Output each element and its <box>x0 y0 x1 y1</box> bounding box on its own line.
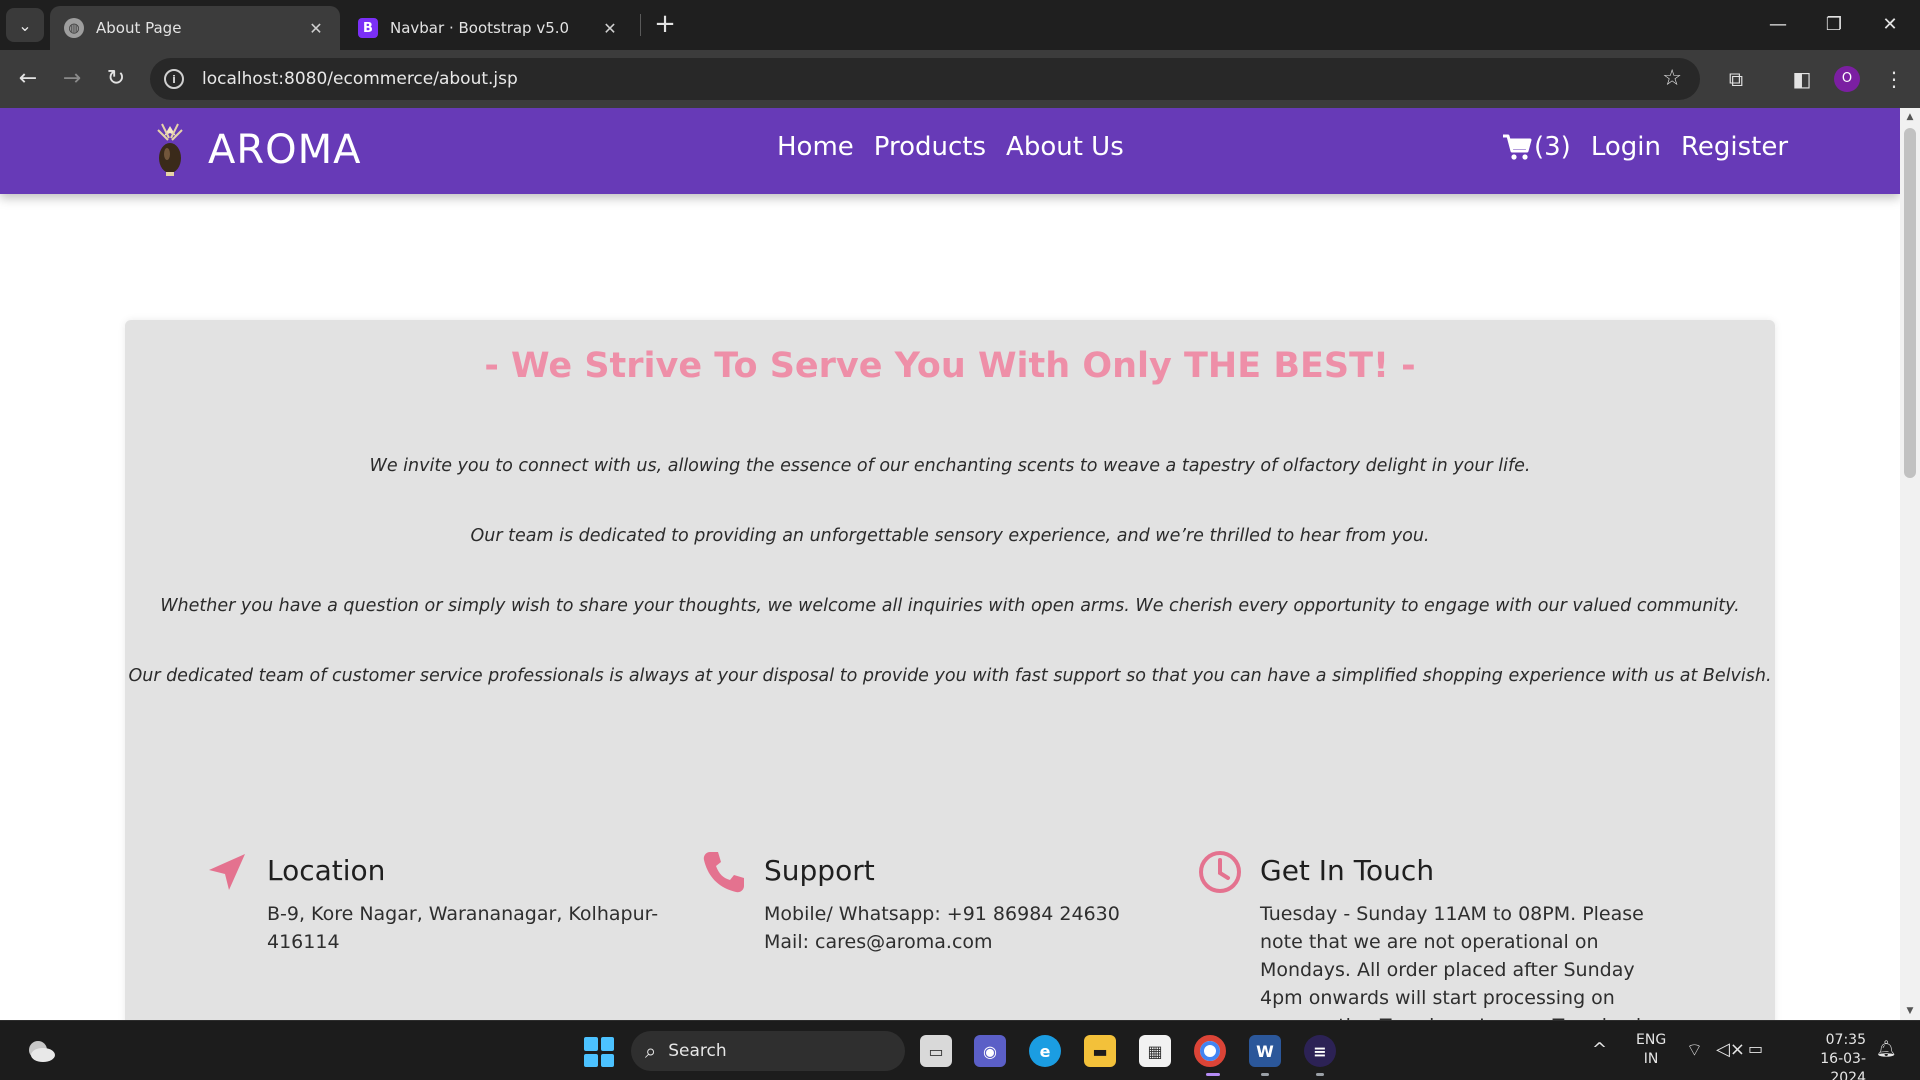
browser-tab-strip: ⌄ ◍ About Page ✕ B Navbar · Bootstrap v5… <box>0 0 1920 50</box>
about-paragraph: We invite you to connect with us, allowi… <box>369 456 1531 476</box>
close-icon[interactable]: ✕ <box>600 19 620 38</box>
taskbar-search-label: Search <box>668 1041 727 1061</box>
nav-right: (3) Login Register <box>1502 132 1788 162</box>
word-running-indicator <box>1261 1073 1269 1076</box>
close-icon[interactable]: ✕ <box>306 19 326 38</box>
clock[interactable]: 07:35 16-03-2024 <box>1786 1031 1866 1080</box>
new-tab-button[interactable]: + <box>650 10 680 40</box>
chrome-active-indicator <box>1206 1073 1220 1076</box>
minimize-icon[interactable]: — <box>1758 10 1798 40</box>
url-text: localhost:8080/ecommerce/about.jsp <box>202 69 518 89</box>
extensions-icon[interactable]: ⧉ <box>1720 63 1752 95</box>
about-paragraph: Whether you have a question or simply wi… <box>160 596 1740 616</box>
about-heading: - We Strive To Serve You With Only THE B… <box>484 346 1416 386</box>
chevron-down-icon: ⌄ <box>18 15 32 35</box>
microsoft-store-icon[interactable]: ▦ <box>1139 1035 1171 1067</box>
cart-button[interactable]: (3) <box>1502 132 1571 162</box>
word-icon[interactable]: W <box>1249 1035 1281 1067</box>
cart-count: (3) <box>1534 132 1571 162</box>
teams-chat-icon[interactable]: ◉ <box>974 1035 1006 1067</box>
location-title: Location <box>267 854 386 887</box>
eclipse-running-indicator <box>1316 1073 1324 1076</box>
tab-navbar-bootstrap[interactable]: B Navbar · Bootstrap v5.0 ✕ <box>344 6 634 50</box>
support-mobile: Mobile/ Whatsapp: +91 86984 24630 <box>764 903 1120 925</box>
perfume-logo-icon <box>157 123 183 176</box>
browser-toolbar: ← → ↻ i localhost:8080/ecommerce/about.j… <box>0 50 1920 108</box>
window-close-icon[interactable]: ✕ <box>1870 10 1910 40</box>
scrollbar-thumb[interactable] <box>1904 128 1916 478</box>
about-paragraph: Our dedicated team of customer service p… <box>128 666 1772 686</box>
site-navbar: AROMA Home Products About Us (3) Login R… <box>0 108 1900 194</box>
language-indicator[interactable]: ENG IN <box>1636 1031 1666 1069</box>
chrome-icon[interactable] <box>1194 1035 1226 1067</box>
location-address: B-9, Kore Nagar, Warananagar, Kolhapur-4… <box>267 903 659 953</box>
site-info-icon[interactable]: i <box>164 69 184 89</box>
clock-icon <box>1198 850 1242 894</box>
clock-time: 07:35 <box>1825 1032 1866 1048</box>
reload-icon[interactable]: ↻ <box>100 63 132 95</box>
about-card: - We Strive To Serve You With Only THE B… <box>125 320 1775 1020</box>
tab-about-page[interactable]: ◍ About Page ✕ <box>50 6 340 50</box>
support-mail: Mail: cares@aroma.com <box>764 931 993 953</box>
tab-title: About Page <box>96 19 182 37</box>
nav-links: Home Products About Us <box>777 132 1124 162</box>
search-icon: ⌕ <box>645 1039 657 1063</box>
register-link[interactable]: Register <box>1681 132 1788 162</box>
windows-taskbar: ⌕ Search ▭ ◉ e ▬ ▦ W ≡ ^ ENG IN ⌔ ◁× ▭ 0… <box>0 1020 1920 1080</box>
tab-search-button[interactable]: ⌄ <box>6 8 44 42</box>
bootstrap-icon: B <box>358 18 378 38</box>
page-viewport: AROMA Home Products About Us (3) Login R… <box>0 108 1900 1020</box>
scroll-down-icon[interactable]: ▼ <box>1904 1006 1916 1016</box>
nav-about-us[interactable]: About Us <box>1006 132 1124 162</box>
scroll-up-icon[interactable]: ▲ <box>1904 112 1916 122</box>
get-in-touch-title: Get In Touch <box>1260 854 1435 887</box>
bookmark-star-icon[interactable]: ☆ <box>1662 66 1682 91</box>
tab-divider <box>640 14 641 36</box>
edge-icon[interactable]: e <box>1029 1035 1061 1067</box>
start-windows-icon[interactable] <box>584 1037 614 1067</box>
about-paragraph: Our team is dedicated to providing an un… <box>470 526 1430 546</box>
support-details: Mobile/ Whatsapp: +91 86984 24630 Mail: … <box>764 900 1120 956</box>
login-link[interactable]: Login <box>1591 132 1661 162</box>
battery-icon[interactable]: ▭ <box>1748 1039 1763 1058</box>
task-view-icon[interactable]: ▭ <box>920 1035 952 1067</box>
globe-icon: ◍ <box>64 18 84 38</box>
profile-avatar[interactable]: O <box>1834 66 1860 92</box>
taskbar-search[interactable]: ⌕ Search <box>631 1031 905 1071</box>
clock-date: 16-03-2024 <box>1820 1051 1866 1080</box>
get-in-touch-text: Tuesday - Sunday 11AM to 08PM. Please no… <box>1260 903 1669 1020</box>
file-explorer-icon[interactable]: ▬ <box>1084 1035 1116 1067</box>
brand-name: AROMA <box>208 127 362 173</box>
tab-title: Navbar · Bootstrap v5.0 <box>390 19 570 37</box>
cart-icon <box>1503 134 1532 160</box>
nav-products[interactable]: Products <box>874 132 986 162</box>
wifi-icon[interactable]: ⌔ <box>1686 1039 1703 1062</box>
brand[interactable]: AROMA <box>150 122 362 178</box>
region-code: IN <box>1643 1051 1659 1067</box>
weather-cloud-icon[interactable] <box>26 1037 56 1063</box>
support-title: Support <box>764 854 875 887</box>
page-scrollbar[interactable]: ▲ ▼ <box>1900 108 1920 1020</box>
back-arrow-icon[interactable]: ← <box>12 63 44 95</box>
restore-icon[interactable]: ❐ <box>1814 10 1854 40</box>
location-arrow-icon <box>205 850 249 894</box>
volume-muted-icon[interactable]: ◁× <box>1716 1039 1745 1060</box>
forward-arrow-icon[interactable]: → <box>56 63 88 95</box>
notification-bell-icon[interactable]: 🔔︎ <box>1876 1039 1896 1058</box>
side-panel-icon[interactable]: ◧ <box>1786 63 1818 95</box>
language-code: ENG <box>1636 1032 1667 1048</box>
eclipse-icon[interactable]: ≡ <box>1304 1035 1336 1067</box>
nav-home[interactable]: Home <box>777 132 854 162</box>
address-bar[interactable]: i localhost:8080/ecommerce/about.jsp ☆ <box>150 58 1700 100</box>
tray-chevron-up-icon[interactable]: ^ <box>1592 1039 1607 1060</box>
menu-kebab-icon[interactable]: ⋮ <box>1878 63 1910 95</box>
phone-icon <box>702 850 746 894</box>
